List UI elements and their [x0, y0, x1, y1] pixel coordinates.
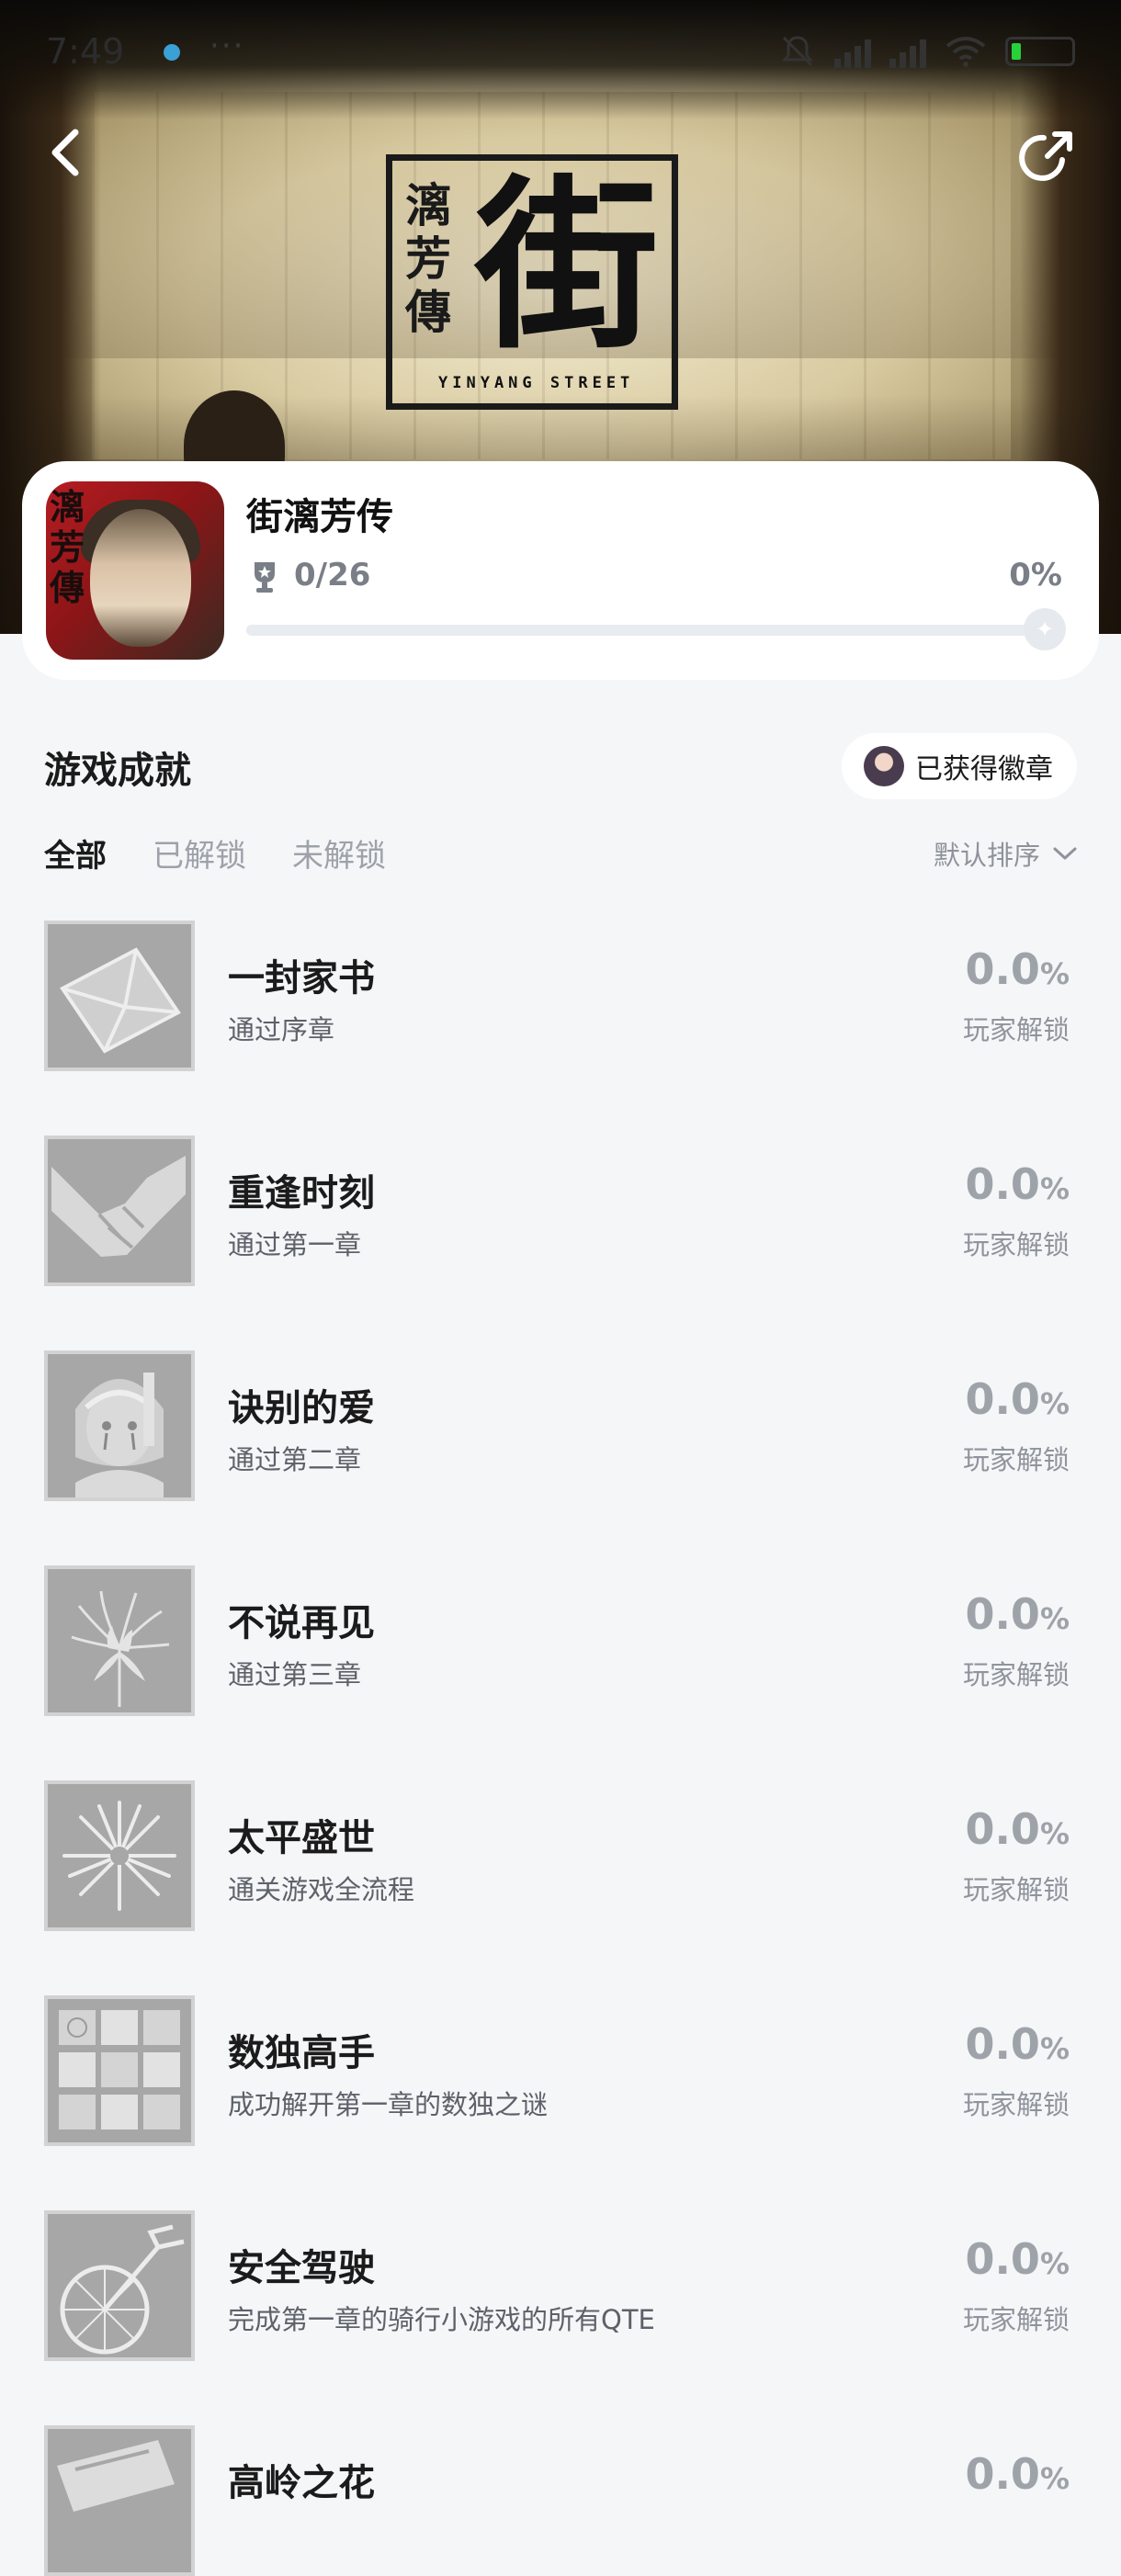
sort-dropdown[interactable]: 默认排序 — [934, 834, 1077, 873]
spider-lily-icon — [44, 1565, 195, 1716]
filter-tabs: 全部 已解锁 未解锁 — [44, 830, 386, 876]
status-more: ··· — [209, 28, 245, 64]
achievement-name: 诀别的爱 — [228, 1387, 375, 1429]
share-icon[interactable] — [1018, 127, 1077, 186]
unlock-rate: 0.0% — [965, 2234, 1070, 2284]
achievement-desc: 成功解开第一章的数独之谜 — [228, 2089, 549, 2120]
achievement-name: 高岭之花 — [228, 2462, 375, 2504]
earned-badges-label: 已获得徽章 — [915, 753, 1053, 785]
progress-star-icon: ✦ — [1024, 608, 1066, 650]
banner-logo-english: YINYANG STREET — [438, 374, 635, 392]
unlock-rate: 0.0% — [965, 1374, 1070, 1424]
back-arrow-icon[interactable] — [40, 125, 96, 180]
achievement-name: 一封家书 — [228, 957, 375, 1000]
status-time: 7:49 — [46, 31, 125, 72]
achievement-item[interactable]: 高岭之花 0.0% — [44, 2425, 1077, 2576]
unlock-rate: 0.0% — [965, 1804, 1070, 1854]
game-app-icon[interactable]: 漓芳傳 — [46, 481, 224, 660]
progress-bar: ✦ — [246, 608, 1066, 650]
battery-icon — [1005, 37, 1075, 66]
badge-avatar-icon — [864, 746, 904, 786]
game-info-card: 漓芳傳 街漓芳传 0/26 0% ✦ — [22, 461, 1099, 680]
ticket-icon — [44, 2425, 195, 2576]
achievement-name: 太平盛世 — [228, 1817, 375, 1859]
notification-icon — [164, 44, 180, 61]
unlock-rate-label: 玩家解锁 — [962, 2304, 1070, 2335]
chevron-down-icon — [1053, 847, 1077, 860]
banner-logo-big-text: 街 — [475, 158, 660, 374]
icon-glyphs: 漓芳傳 — [50, 486, 85, 608]
unlock-rate-label: 玩家解锁 — [962, 1444, 1070, 1475]
achievement-desc: 完成第一章的骑行小游戏的所有QTE — [228, 2304, 655, 2335]
crying-girl-icon — [44, 1350, 195, 1501]
unlock-rate-label: 玩家解锁 — [962, 1229, 1070, 1260]
status-right-icons — [779, 33, 1075, 70]
achievement-desc: 通过第三章 — [228, 1659, 362, 1690]
achievement-item[interactable]: 重逢时刻 通过第一章 0.0% 玩家解锁 — [44, 1135, 1077, 1286]
unlock-rate: 0.0% — [965, 944, 1070, 994]
achievement-name: 不说再见 — [228, 1602, 375, 1644]
unlock-rate: 0.0% — [965, 1159, 1070, 1209]
achievement-desc: 通过第一章 — [228, 1229, 362, 1260]
achievement-name: 安全驾驶 — [228, 2247, 375, 2289]
signal-icon-1 — [834, 35, 871, 68]
achievement-desc: 通关游戏全流程 — [228, 1874, 415, 1905]
signal-icon-2 — [889, 35, 926, 68]
tab-unlocked[interactable]: 已解锁 — [153, 830, 246, 876]
envelope-icon — [44, 921, 195, 1071]
achievement-desc: 通过序章 — [228, 1014, 335, 1045]
earned-badges-button[interactable]: 已获得徽章 — [842, 733, 1077, 799]
sudoku-grid-icon — [44, 1995, 195, 2146]
section-title: 游戏成就 — [44, 750, 191, 792]
banner-logo-small-text: 漓芳傳 — [405, 178, 451, 339]
icon-face — [90, 509, 191, 647]
handshake-icon — [44, 1135, 195, 1286]
achievement-item[interactable]: 一封家书 通过序章 0.0% 玩家解锁 — [44, 921, 1077, 1071]
achievement-count: 0/26 — [294, 557, 371, 593]
achievement-item[interactable]: 数独高手 成功解开第一章的数独之谜 0.0% 玩家解锁 — [44, 1995, 1077, 2146]
unlock-rate-label: 玩家解锁 — [962, 1014, 1070, 1045]
unlock-rate-label: 玩家解锁 — [962, 1659, 1070, 1690]
unlock-rate-label: 玩家解锁 — [962, 2089, 1070, 2120]
bicycle-icon — [44, 2210, 195, 2361]
unlock-rate: 0.0% — [965, 2019, 1070, 2069]
game-title: 街漓芳传 — [246, 496, 393, 538]
achievement-item[interactable]: 安全驾驶 完成第一章的骑行小游戏的所有QTE 0.0% 玩家解锁 — [44, 2210, 1077, 2361]
trophy-icon — [255, 562, 275, 593]
tab-all[interactable]: 全部 — [44, 830, 107, 876]
achievement-item[interactable]: 诀别的爱 通过第二章 0.0% 玩家解锁 — [44, 1350, 1077, 1501]
achievement-name: 数独高手 — [228, 2032, 375, 2074]
fireworks-icon — [44, 1780, 195, 1931]
mute-bell-icon — [781, 36, 814, 67]
achievement-name: 重逢时刻 — [228, 1172, 375, 1215]
banner-game-logo: 漓芳傳 街 YINYANG STREET — [386, 154, 678, 410]
achievement-desc: 通过第二章 — [228, 1444, 362, 1475]
tab-locked[interactable]: 未解锁 — [292, 830, 386, 876]
progress-percent: 0% — [1009, 557, 1062, 593]
status-bar: 7:49 ··· — [0, 0, 1121, 108]
wifi-icon — [945, 37, 986, 67]
unlock-rate: 0.0% — [965, 1589, 1070, 1639]
sort-label: 默认排序 — [933, 840, 1040, 871]
unlock-rate-label: 玩家解锁 — [962, 1874, 1070, 1905]
achievement-item[interactable]: 太平盛世 通关游戏全流程 0.0% 玩家解锁 — [44, 1780, 1077, 1931]
achievement-item[interactable]: 不说再见 通过第三章 0.0% 玩家解锁 — [44, 1565, 1077, 1716]
